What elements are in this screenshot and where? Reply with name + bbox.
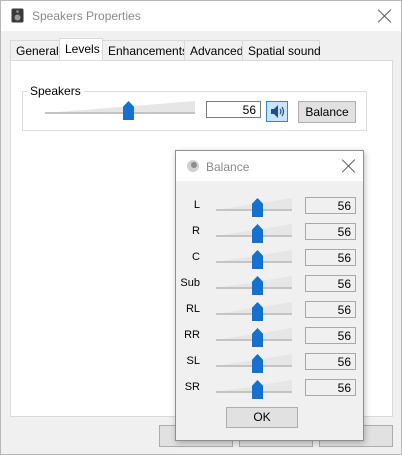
channel-slider[interactable] — [216, 196, 292, 218]
channel-slider[interactable] — [216, 248, 292, 270]
channel-label: Sub — [180, 277, 200, 289]
balance-dialog: Balance L 56 R 56 C 56 Sub 56 RL 56 RR 56 SL 56 SR 56 O… — [175, 150, 364, 441]
channel-slider[interactable] — [216, 378, 292, 400]
dialog-title: Balance — [206, 160, 250, 174]
title-bar: Speakers Properties — [1, 1, 401, 31]
channel-label: SL — [186, 355, 200, 367]
channel-level-field[interactable]: 56 — [305, 223, 356, 240]
channel-slider[interactable] — [216, 352, 292, 374]
close-icon[interactable] — [378, 9, 392, 23]
speaker-volume-icon — [271, 105, 285, 118]
tab-general[interactable]: General — [10, 40, 60, 60]
channel-slider[interactable] — [216, 300, 292, 322]
channel-level-field[interactable]: 56 — [305, 197, 356, 214]
channel-label: L — [193, 199, 200, 211]
channel-level-field[interactable]: 56 — [305, 275, 356, 292]
speaker-app-icon — [11, 8, 24, 23]
channel-label: RL — [185, 303, 200, 315]
speakers-group-label: Speakers — [27, 84, 84, 98]
channel-level-field[interactable]: 56 — [305, 249, 356, 266]
channel-row: R 56 — [176, 222, 363, 244]
channel-level-field[interactable]: 56 — [305, 379, 356, 396]
window-title: Speakers Properties — [32, 9, 141, 23]
channel-row: L 56 — [176, 196, 363, 218]
channel-label: SR — [184, 381, 200, 393]
slider-ramp — [45, 101, 195, 114]
channel-level-field[interactable]: 56 — [305, 301, 356, 318]
balance-dialog-icon — [187, 160, 199, 172]
close-icon[interactable] — [342, 159, 356, 173]
channel-label: R — [192, 225, 200, 237]
tab-levels[interactable]: Levels — [59, 38, 103, 61]
ok-button[interactable]: OK — [226, 407, 298, 428]
speakers-level-field[interactable]: 56 — [206, 101, 261, 118]
channel-label: RR — [184, 329, 200, 341]
channel-slider[interactable] — [216, 326, 292, 348]
tab-spatial-sound[interactable]: Spatial sound — [242, 40, 321, 60]
channel-row: SR 56 — [176, 378, 363, 400]
speakers-volume-slider[interactable] — [45, 99, 195, 121]
channel-level-field[interactable]: 56 — [305, 327, 356, 344]
tab-advanced[interactable]: Advanced — [184, 40, 243, 60]
tab-enhancements[interactable]: Enhancements — [102, 40, 188, 60]
dialog-title-bar: Balance — [176, 151, 363, 181]
balance-button[interactable]: Balance — [298, 101, 356, 123]
channel-slider[interactable] — [216, 274, 292, 296]
channel-slider[interactable] — [216, 222, 292, 244]
mute-toggle-button[interactable] — [266, 101, 288, 122]
channel-row: RL 56 — [176, 300, 363, 322]
channel-row: SL 56 — [176, 352, 363, 374]
channel-row: C 56 — [176, 248, 363, 270]
channel-row: RR 56 — [176, 326, 363, 348]
channel-row: Sub 56 — [176, 274, 363, 296]
channel-label: C — [192, 251, 200, 263]
channel-level-field[interactable]: 56 — [305, 353, 356, 370]
